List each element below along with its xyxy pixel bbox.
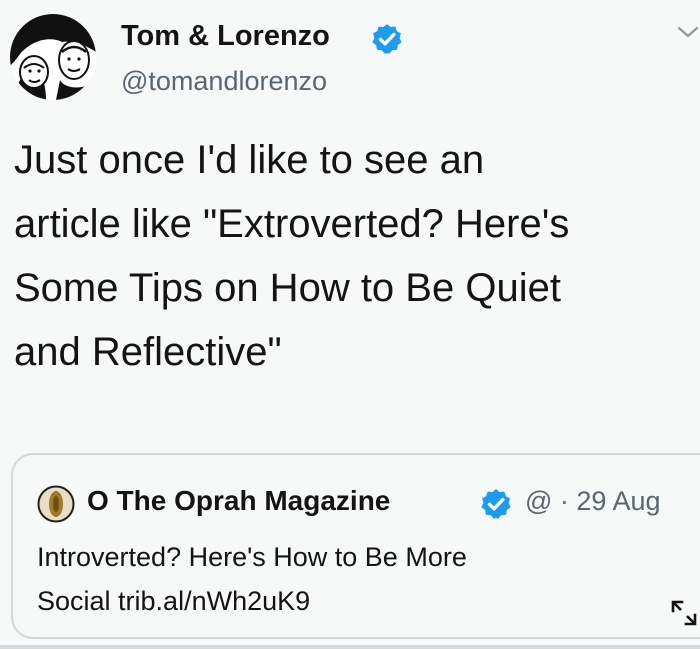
tweet-text: Just once I'd like to see an article lik…: [14, 128, 698, 384]
quoted-tweet-card[interactable]: O The Oprah Magazine @ · 29 Aug Introver…: [11, 453, 700, 639]
verified-badge-icon: [481, 489, 511, 519]
author-handle[interactable]: @tomandlorenzo: [121, 66, 327, 97]
verified-badge-icon: [372, 24, 402, 54]
quoted-text-line: Social trib.al/nWh2uK9: [37, 586, 311, 616]
tweet-text-line: Some Tips on How to Be Quiet: [14, 266, 561, 310]
author-display-name[interactable]: Tom & Lorenzo: [121, 20, 330, 53]
quoted-author-name: O The Oprah Magazine: [87, 485, 391, 516]
tweet-text-line: article like "Extroverted? Here's: [14, 202, 570, 246]
caricature-avatar-icon: [10, 14, 96, 100]
quoted-text-line: Introverted? Here's How to Be More: [37, 542, 467, 572]
chevron-down-icon[interactable]: [676, 22, 700, 42]
quoted-tweet-meta: @ · 29 Aug: [525, 486, 661, 516]
expand-icon[interactable]: [669, 598, 699, 628]
tweet: Tom & Lorenzo @tomandlorenzo Just once I…: [0, 0, 700, 649]
tweet-text-line: Just once I'd like to see an: [14, 138, 485, 182]
oprah-logo-icon: [37, 485, 75, 523]
bottom-divider: [0, 645, 700, 649]
quoted-tweet-text: Introverted? Here's How to Be More Socia…: [37, 535, 677, 623]
tweet-text-line: and Reflective": [14, 330, 282, 374]
author-avatar[interactable]: [10, 14, 96, 100]
